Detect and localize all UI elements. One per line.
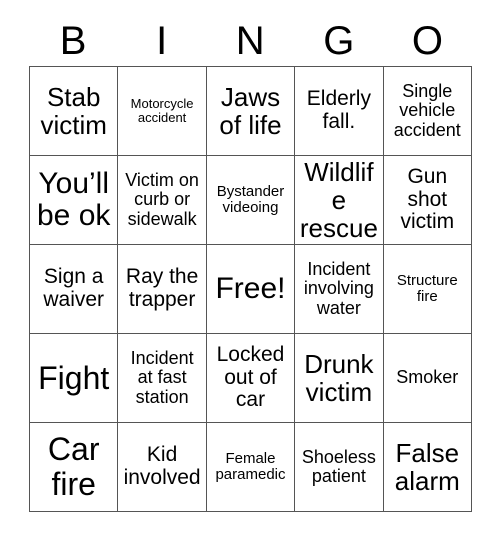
bingo-header-letter-g: G: [323, 19, 355, 63]
bingo-cell[interactable]: Structure fire: [383, 245, 472, 334]
bingo-cell[interactable]: Gun shot victim: [383, 156, 472, 245]
bingo-cell[interactable]: Victim on curb or sidewalk: [118, 156, 207, 245]
bingo-cell-label: Shoeless patient: [301, 446, 376, 486]
bingo-cell-label: Sign a waiver: [43, 265, 105, 311]
bingo-cell-label: Jaws of life: [219, 81, 282, 140]
bingo-cell[interactable]: Sign a waiver: [30, 245, 119, 334]
bingo-cell-label: Fight: [38, 359, 110, 396]
bingo-cell-label: Bystander videoing: [216, 182, 285, 216]
bingo-cell-label: Car fire: [47, 431, 100, 502]
bingo-cell[interactable]: Ray the trapper: [118, 245, 207, 334]
bingo-cell[interactable]: Jaws of life: [206, 67, 296, 156]
bingo-cell[interactable]: Bystander videoing: [206, 156, 296, 245]
bingo-cell[interactable]: Single vehicle accident: [383, 67, 472, 156]
bingo-cell[interactable]: Smoker: [383, 334, 472, 423]
bingo-cell[interactable]: Kid involved: [118, 423, 207, 512]
bingo-cell[interactable]: Shoeless patient: [295, 423, 384, 512]
bingo-cell-label: Kid involved: [123, 443, 201, 489]
bingo-cell-label: Single vehicle accident: [393, 80, 461, 140]
bingo-free-space[interactable]: Free!: [206, 245, 296, 334]
bingo-cell[interactable]: Fight: [30, 334, 119, 423]
bingo-cell[interactable]: False alarm: [383, 423, 472, 512]
bingo-cell[interactable]: Wildlife rescue: [295, 156, 384, 245]
bingo-cell-label: Structure fire: [396, 271, 458, 305]
bingo-cell-label: Smoker: [396, 367, 459, 388]
bingo-cell-label: Incident at fast station: [130, 347, 194, 407]
bingo-card: B I N G O Stab victim Motorcycle accident Jaws…: [0, 0, 500, 544]
bingo-cell-label: Wildlife rescue: [299, 156, 378, 244]
bingo-header-letter-i: I: [156, 19, 168, 63]
bingo-grid: Stab victim Motorcycle accident Jaws of li…: [29, 66, 472, 512]
bingo-cell-label: Drunk victim: [304, 348, 374, 407]
bingo-cell[interactable]: Incident at fast station: [118, 334, 207, 423]
bingo-cell-label: Female paramedic: [215, 449, 286, 483]
bingo-cell[interactable]: Incident involving water: [295, 245, 384, 334]
bingo-cell-label: Incident involving water: [303, 258, 374, 318]
bingo-header-letter-b: B: [59, 19, 87, 63]
bingo-cell-label: Locked out of car: [216, 342, 285, 412]
bingo-cell[interactable]: Drunk victim: [295, 334, 384, 423]
bingo-cell-label: False alarm: [394, 437, 460, 496]
bingo-cell-label: Victim on curb or sidewalk: [125, 169, 199, 229]
bingo-cell-label: Free!: [215, 271, 286, 305]
bingo-header-letter-n: N: [235, 19, 266, 63]
bingo-cell[interactable]: Elderly fall.: [295, 67, 384, 156]
bingo-cell[interactable]: Stab victim: [30, 67, 119, 156]
bingo-cell-label: Stab victim: [40, 81, 107, 140]
bingo-cell-label: Gun shot victim: [400, 164, 455, 234]
bingo-cell[interactable]: Female paramedic: [206, 423, 296, 512]
bingo-cell[interactable]: Locked out of car: [206, 334, 296, 423]
bingo-header-row: BINGO: [29, 16, 472, 66]
bingo-cell[interactable]: You’ll be ok: [30, 156, 119, 245]
bingo-cell-label: Ray the trapper: [125, 265, 199, 311]
bingo-cell-label: Elderly fall.: [306, 87, 371, 133]
bingo-cell-label: Motorcycle accident: [130, 95, 194, 125]
bingo-cell[interactable]: Car fire: [30, 423, 119, 512]
bingo-cell-label: You’ll be ok: [37, 166, 111, 232]
bingo-header-letter-o: O: [411, 19, 444, 63]
bingo-cell[interactable]: Motorcycle accident: [118, 67, 207, 156]
